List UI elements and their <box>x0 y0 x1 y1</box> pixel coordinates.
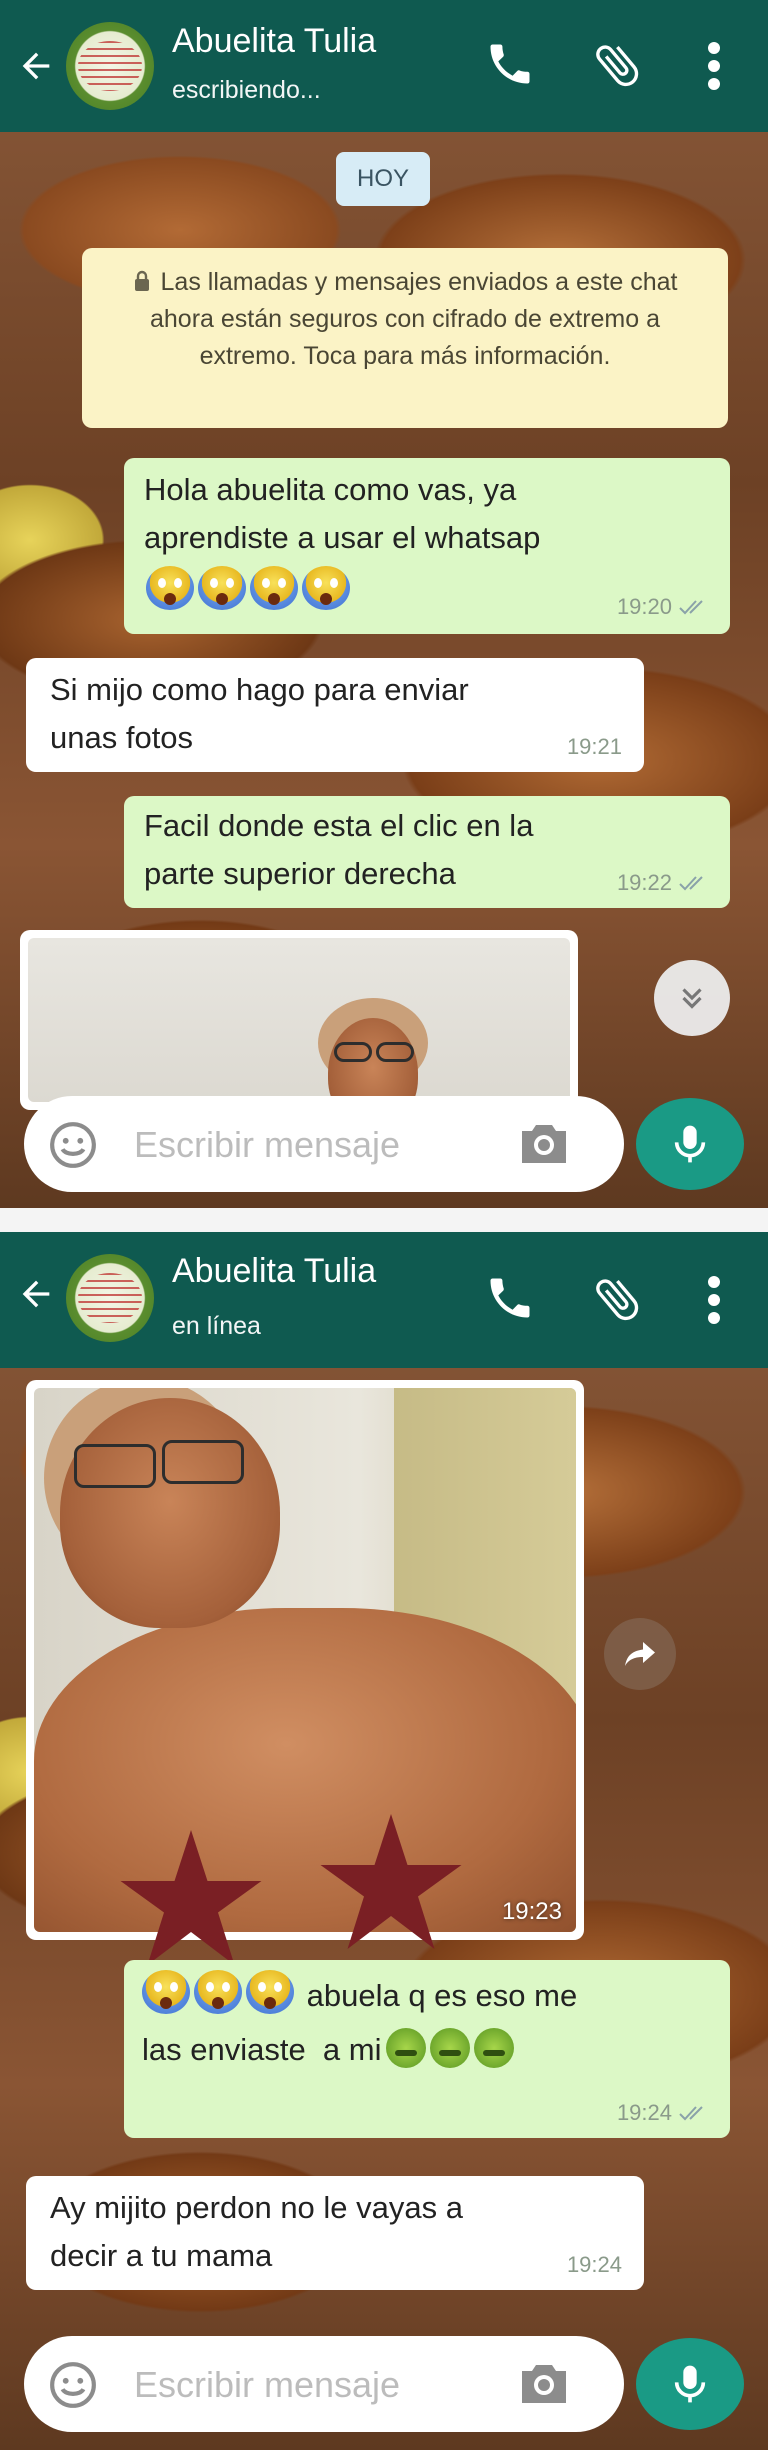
smiley-icon[interactable] <box>48 1120 98 1170</box>
mic-icon <box>674 1125 706 1163</box>
message-text: Hola abuelita como vas, ya aprendiste a … <box>144 472 541 555</box>
back-arrow-icon[interactable] <box>16 46 56 86</box>
message-time: 19:22 <box>617 870 708 896</box>
nauseated-emoji-icon <box>429 2028 470 2068</box>
lock-icon <box>134 270 149 291</box>
photo-time: 19:23 <box>501 1898 562 1925</box>
date-chip: HOY <box>336 152 430 206</box>
photo-thumbnail <box>28 938 570 1102</box>
contact-status: en línea <box>172 1312 261 1340</box>
scream-emoji-icon <box>246 1970 294 2014</box>
contact-name[interactable]: Abuelita Tulia <box>172 22 376 61</box>
star-icon <box>120 1830 262 1965</box>
call-icon[interactable] <box>484 1272 536 1324</box>
message-time: 19:24 <box>566 2252 622 2277</box>
nauseated-emoji-icon <box>385 2028 426 2068</box>
message-text: abuela q es eso me las enviaste a mi <box>142 1970 577 2074</box>
message-bubble-outgoing[interactable]: Facil donde esta el clic en la parte sup… <box>124 796 730 908</box>
more-vert-icon[interactable] <box>694 1272 734 1328</box>
message-input-placeholder: Escribir mensaje <box>134 2364 401 2405</box>
composer-bar: Escribir mensaje <box>0 1086 768 1202</box>
message-text: Facil donde esta el clic en la parte sup… <box>144 808 534 891</box>
chat-screen-1: Abuelita Tulia escribiendo... HOY Las ll… <box>0 0 768 1208</box>
scream-emoji-icon <box>194 1970 242 2014</box>
message-text: Ay mijito perdon no le vayas a decir a t… <box>50 2190 463 2273</box>
attach-icon[interactable] <box>590 1272 644 1326</box>
star-icon <box>320 1814 462 1949</box>
app-bar: Abuelita Tulia en línea <box>0 1232 768 1368</box>
scream-emoji-icon <box>250 566 298 610</box>
emoji-row <box>146 566 354 610</box>
smiley-icon[interactable] <box>48 2360 98 2410</box>
share-button[interactable] <box>604 1618 676 1690</box>
encryption-notice[interactable]: Las llamadas y mensajes enviados a este … <box>82 248 728 428</box>
scream-emoji-icon <box>142 1970 190 2014</box>
message-bubble-outgoing[interactable]: abuela q es eso me las enviaste a mi 19:… <box>124 1960 730 2138</box>
message-bubble-incoming[interactable]: Si mijo como hago para enviar unas fotos… <box>26 658 644 772</box>
message-time: 19:24 <box>617 2100 708 2126</box>
contact-status: escribiendo... <box>172 76 321 104</box>
avatar[interactable] <box>66 1254 154 1342</box>
back-arrow-icon[interactable] <box>16 1274 56 1314</box>
nauseated-emoji-icon <box>473 2028 514 2068</box>
message-bubble-outgoing[interactable]: Hola abuelita como vas, ya aprendiste a … <box>124 458 730 634</box>
attach-icon[interactable] <box>590 38 644 92</box>
scream-emoji-icon <box>198 566 246 610</box>
composer-bar: Escribir mensaje <box>0 2326 768 2442</box>
screenshot-separator <box>0 1208 768 1232</box>
call-icon[interactable] <box>484 38 536 90</box>
message-bubble-incoming[interactable]: Ay mijito perdon no le vayas a decir a t… <box>26 2176 644 2290</box>
contact-name[interactable]: Abuelita Tulia <box>172 1252 376 1291</box>
mic-button[interactable] <box>636 1098 744 1190</box>
share-icon <box>625 1642 655 1666</box>
scroll-down-button[interactable] <box>654 960 730 1036</box>
message-input[interactable]: Escribir mensaje <box>24 2336 624 2432</box>
message-time: 19:21 <box>566 734 622 759</box>
photo-message[interactable]: 19:23 <box>26 1380 584 1940</box>
message-input[interactable]: Escribir mensaje <box>24 1096 624 1192</box>
scroll-down-icon <box>682 988 702 1009</box>
app-bar: Abuelita Tulia escribiendo... <box>0 0 768 132</box>
more-vert-icon[interactable] <box>694 38 734 94</box>
double-check-icon <box>679 876 703 891</box>
camera-icon[interactable] <box>516 2358 572 2408</box>
mic-button[interactable] <box>636 2338 744 2430</box>
chat-screen-2: Abuelita Tulia en línea 19:23 abuela q e… <box>0 1232 768 2450</box>
double-check-icon <box>679 2106 703 2121</box>
mic-icon <box>674 2365 706 2403</box>
avatar[interactable] <box>66 22 154 110</box>
message-time: 19:20 <box>617 594 708 620</box>
camera-icon[interactable] <box>516 1118 572 1168</box>
message-input-placeholder: Escribir mensaje <box>134 1124 401 1165</box>
encryption-text: Las llamadas y mensajes enviados a este … <box>149 268 678 370</box>
message-text: Si mijo como hago para enviar unas fotos <box>50 672 469 755</box>
photo-message-preview[interactable] <box>20 930 578 1110</box>
scream-emoji-icon <box>146 566 194 610</box>
double-check-icon <box>679 600 703 615</box>
scream-emoji-icon <box>302 566 350 610</box>
